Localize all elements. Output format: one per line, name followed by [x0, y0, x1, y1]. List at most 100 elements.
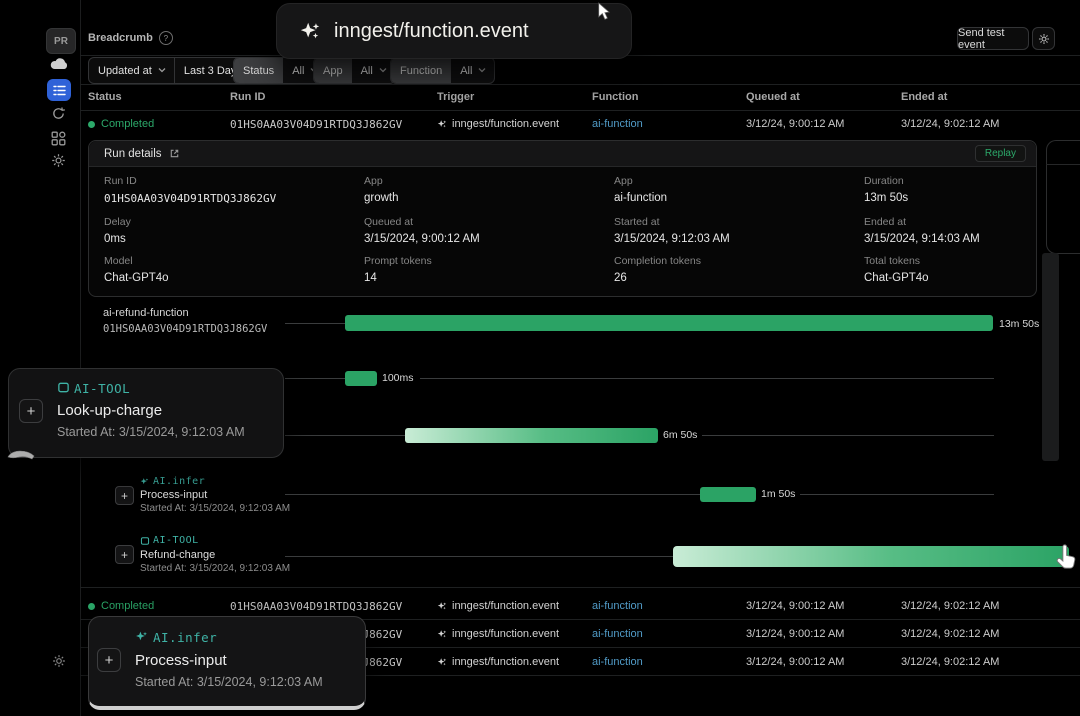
- sparkle-icon: [437, 119, 447, 129]
- function-link[interactable]: ai-function: [592, 656, 643, 668]
- span-name: Refund-change: [140, 549, 215, 561]
- run-id: 01HS0AA03V04D91RTDQ3J862GV: [230, 118, 402, 131]
- sidebar-item-settings-bottom[interactable]: [52, 654, 66, 668]
- app-filter-value[interactable]: All: [352, 58, 395, 83]
- run-id: 01HS0AA03V04D91RTDQ3J862GV: [230, 600, 402, 613]
- field-prompt-tokens: Prompt tokens 14: [364, 255, 432, 284]
- sparkle-icon: [437, 629, 447, 639]
- status-filter-label: Status: [234, 58, 283, 83]
- sidebar-item-cloud[interactable]: [50, 56, 70, 70]
- help-icon[interactable]: ?: [159, 31, 173, 45]
- tooltip-title: Process-input: [135, 652, 227, 669]
- column-run-id[interactable]: Run ID: [230, 91, 265, 103]
- trigger-name: inngest/function.event: [452, 600, 559, 612]
- refresh-icon: [51, 106, 66, 121]
- duration-label: 100ms: [382, 372, 414, 384]
- duration-label: 6m 50s: [663, 429, 697, 441]
- function-filter[interactable]: Function All: [390, 57, 495, 84]
- timeline-track: [285, 435, 405, 436]
- function-link[interactable]: ai-function: [592, 628, 643, 640]
- expand-button[interactable]: +: [115, 486, 134, 505]
- run-details-panel: Run details Replay Run ID 01HS0AA03V04D9…: [88, 140, 1037, 297]
- tooltip-kind: AI-TOOL: [74, 381, 130, 396]
- replay-button[interactable]: Replay: [975, 145, 1026, 162]
- sparkle-icon: [437, 657, 447, 667]
- cursor-arrow: [597, 2, 610, 21]
- timeline-track: [800, 494, 994, 495]
- trigger-name: inngest/function.event: [452, 628, 559, 640]
- event-popover[interactable]: inngest/function.event: [276, 3, 632, 59]
- duration-label: 1m 50s: [761, 488, 795, 500]
- field-delay: Delay 0ms: [104, 216, 131, 245]
- apps-grid-icon: [51, 131, 66, 146]
- status-dot: [88, 603, 95, 610]
- cursor-hand: [6, 448, 36, 461]
- step-tooltip-lookup-charge: + AI-TOOL Look-up-charge Started At: 3/1…: [8, 368, 284, 458]
- tooltip-started-at: Started At: 3/15/2024, 9:12:03 AM: [135, 675, 323, 689]
- event-popover-title: inngest/function.event: [334, 20, 529, 43]
- column-status[interactable]: Status: [88, 91, 122, 103]
- sidebar-item-settings[interactable]: [51, 153, 66, 168]
- ai-tool-icon: [57, 381, 70, 394]
- gear-icon: [51, 153, 66, 168]
- timeline-bar[interactable]: [700, 487, 756, 502]
- column-queued-at[interactable]: Queued at: [746, 91, 800, 103]
- timeline-bar[interactable]: [673, 546, 1069, 567]
- divider: [80, 110, 1080, 111]
- tooltip-title: Look-up-charge: [57, 402, 162, 419]
- sidebar-divider: [80, 0, 81, 716]
- function-link[interactable]: ai-function: [592, 118, 643, 130]
- column-trigger[interactable]: Trigger: [437, 91, 474, 103]
- gear-icon: [1038, 33, 1050, 45]
- sidebar-item-runs-active[interactable]: [47, 79, 71, 101]
- column-ended-at[interactable]: Ended at: [901, 91, 947, 103]
- field-app: App growth: [364, 175, 399, 204]
- app-filter[interactable]: App All: [313, 57, 396, 84]
- chevron-down-icon: [478, 67, 485, 74]
- send-test-event-button[interactable]: Send test event: [957, 27, 1029, 50]
- sparkle-icon: [437, 601, 447, 611]
- divider: [80, 587, 1080, 588]
- timeline-track: [285, 323, 345, 324]
- field-app-function: App ai-function: [614, 175, 667, 204]
- field-duration: Duration 13m 50s: [864, 175, 908, 204]
- sort-dropdown[interactable]: Updated at: [89, 58, 175, 83]
- timeline-bar[interactable]: [405, 428, 658, 443]
- chevron-down-icon: [158, 67, 165, 74]
- expand-button[interactable]: +: [19, 399, 43, 423]
- function-link[interactable]: ai-function: [614, 192, 667, 204]
- trigger-name: inngest/function.event: [452, 656, 559, 668]
- chevron-down-icon: [379, 67, 386, 74]
- expand-button[interactable]: +: [115, 545, 134, 564]
- sidebar-item-apps[interactable]: [51, 131, 66, 146]
- expand-button[interactable]: +: [97, 648, 121, 672]
- cloud-icon: [50, 56, 70, 70]
- external-link-icon[interactable]: [169, 148, 180, 159]
- gear-icon: [52, 654, 66, 668]
- function-link[interactable]: ai-function: [592, 600, 643, 612]
- settings-button[interactable]: [1032, 27, 1055, 50]
- secondary-panel-line: [1046, 164, 1080, 165]
- timeline-bar[interactable]: [345, 315, 993, 331]
- timeline-track: [285, 378, 345, 379]
- scrollbar-thumb[interactable]: [1042, 253, 1059, 461]
- ai-tool-icon: [140, 536, 150, 546]
- ai-infer-icon: [135, 630, 148, 643]
- function-filter-label: Function: [391, 58, 451, 83]
- timeline-track: [285, 556, 673, 557]
- ai-infer-icon: [140, 477, 149, 486]
- step-tooltip-process-input: + AI.infer Process-input Started At: 3/1…: [88, 616, 366, 710]
- run-details-header: Run details Replay: [89, 141, 1036, 167]
- app-filter-label: App: [314, 58, 352, 83]
- queued-at: 3/12/24, 9:00:12 AM: [746, 628, 844, 640]
- divider: [80, 84, 1080, 85]
- field-started-at: Started at 3/15/2024, 9:12:03 AM: [614, 216, 730, 245]
- app-link[interactable]: growth: [364, 192, 399, 204]
- function-filter-value[interactable]: All: [451, 58, 494, 83]
- sparkle-icon: [299, 20, 321, 42]
- timeline-bar[interactable]: [345, 371, 377, 386]
- column-function[interactable]: Function: [592, 91, 638, 103]
- avatar[interactable]: PR: [46, 28, 76, 54]
- ended-at: 3/12/24, 9:02:12 AM: [901, 628, 999, 640]
- sidebar-item-refresh[interactable]: [51, 106, 66, 121]
